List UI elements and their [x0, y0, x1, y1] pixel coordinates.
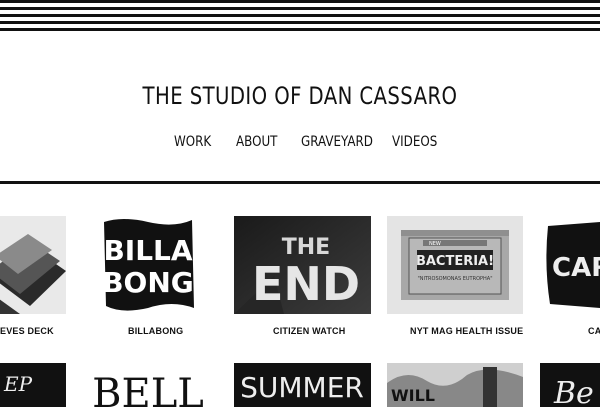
row2-4-art-text: WILL — [391, 386, 435, 405]
project-tile-row2-2[interactable]: BELL — [85, 363, 211, 407]
project-tile-citizen-watch[interactable]: THE END — [234, 216, 371, 314]
project-tile-row2-5[interactable]: Be — [540, 363, 600, 407]
project-caption[interactable]: EVES DECK — [0, 326, 54, 336]
project-caption[interactable]: CA — [588, 326, 600, 336]
row2-5-image: Be — [540, 363, 600, 407]
project-caption[interactable]: BILLABONG — [128, 326, 183, 336]
project-tile-nyt-mag[interactable]: NEW BACTERIA! "NITROSOMONAS EUTROPHA" — [387, 216, 523, 314]
eves-deck-image — [0, 216, 66, 314]
project-tile-eves-deck[interactable] — [0, 216, 66, 314]
billabong-image: BILLA BONG — [92, 216, 204, 314]
nyt-art-main: BACTERIA! — [416, 254, 494, 269]
row2-5-art-text: Be — [553, 376, 594, 407]
project-caption[interactable]: NYT MAG HEALTH ISSUE — [410, 326, 523, 336]
project-tile-row2-4[interactable]: WILL — [387, 363, 523, 407]
row2-1-image: EP — [0, 363, 66, 407]
carhartt-image: CARH — [540, 216, 600, 314]
nav-videos[interactable]: VIDEOS — [392, 134, 437, 150]
project-caption[interactable]: CITIZEN WATCH — [273, 326, 345, 336]
site-title[interactable]: THE STUDIO OF DAN CASSARO — [54, 82, 546, 110]
header-stripe — [0, 21, 600, 24]
nav-about[interactable]: ABOUT — [236, 134, 277, 150]
project-tile-billabong[interactable]: BILLA BONG — [92, 216, 204, 314]
nyt-mag-image: NEW BACTERIA! "NITROSOMONAS EUTROPHA" — [387, 216, 523, 314]
citizen-art-line2: END — [252, 257, 360, 311]
row2-2-art-text: BELL — [92, 371, 204, 407]
carhartt-art-text: CARH — [552, 253, 600, 283]
row2-2-image: BELL — [85, 363, 211, 407]
header-stripe — [0, 7, 600, 10]
citizen-watch-image: THE END — [234, 216, 371, 314]
row2-4-image: WILL — [387, 363, 523, 407]
billabong-art-line1: BILLA — [103, 234, 192, 267]
nav-work[interactable]: WORK — [174, 134, 211, 150]
header-divider — [0, 181, 600, 184]
billabong-art-line2: BONG — [102, 266, 194, 299]
header-stripe — [0, 14, 600, 17]
row2-3-image: SUMMER — [234, 363, 371, 407]
project-tile-carhartt[interactable]: CARH — [540, 216, 600, 314]
project-tile-row2-1[interactable]: EP — [0, 363, 66, 407]
header-stripe — [0, 0, 600, 3]
project-tile-row2-3[interactable]: SUMMER — [234, 363, 371, 407]
nav-graveyard[interactable]: GRAVEYARD — [301, 134, 373, 150]
nyt-art-sub: "NITROSOMONAS EUTROPHA" — [417, 276, 492, 282]
nyt-art-tag: NEW — [429, 241, 441, 247]
row2-1-art-text: EP — [3, 372, 33, 396]
row2-3-art-text: SUMMER — [240, 371, 364, 404]
header-stripe — [0, 28, 600, 31]
main-nav: WORK ABOUT GRAVEYARD VIDEOS — [0, 134, 600, 154]
